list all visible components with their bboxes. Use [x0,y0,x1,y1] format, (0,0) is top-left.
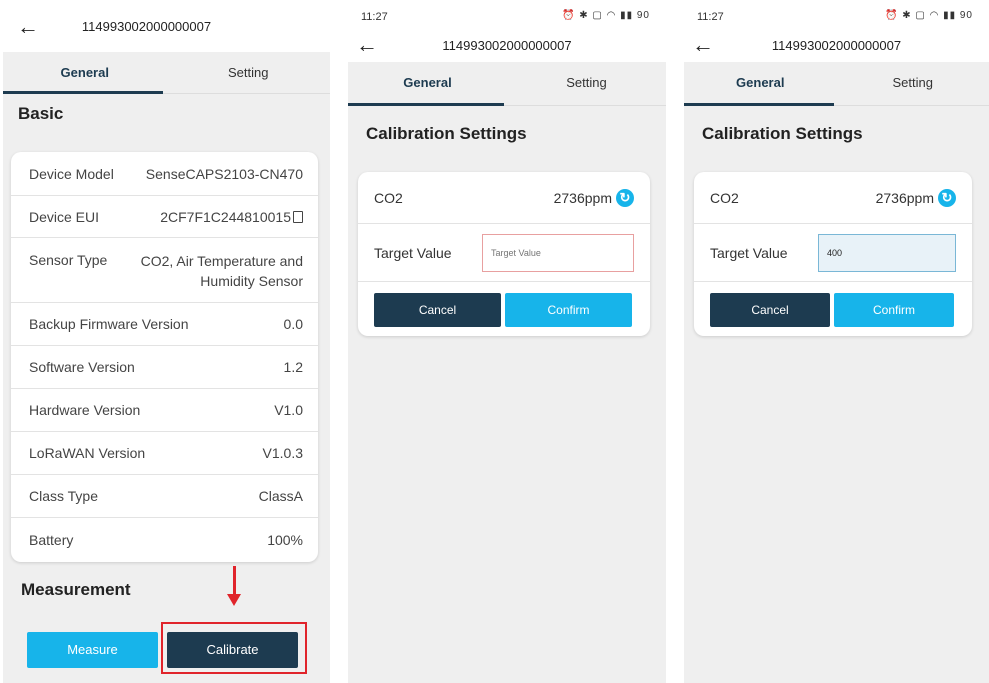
row-label: LoRaWAN Version [29,445,146,461]
info-row-device-model: Device Model SenseCAPS2103-CN470 [11,152,318,196]
row-label: Device EUI [29,208,100,225]
row-value: 1.2 [283,359,303,375]
tab-bar: General Setting [3,52,330,94]
tab-bar: General Setting [684,62,989,106]
co2-row: CO2 2736ppm ↻ [358,172,650,224]
eui-value-group: 2CF7F1C244810015 [160,209,303,225]
tab-general[interactable]: General [348,62,507,105]
row-value: 2CF7F1C244810015 [160,208,291,225]
row-label: Hardware Version [29,402,141,418]
active-tab-indicator [348,103,504,106]
row-label: Backup Firmware Version [29,316,189,332]
target-value-input[interactable] [818,233,956,272]
tab-bar: General Setting [348,62,666,106]
target-value-row: Target Value [694,224,972,282]
app-header: 11:27 ⏰ ✱ ▢ ◠ ▮▮ 90 ← 114993002000000007 [348,0,666,62]
confirm-button[interactable]: Confirm [505,293,632,327]
row-value: V1.0.3 [262,445,303,461]
row-value: 100% [267,532,303,548]
refresh-icon[interactable]: ↻ [616,188,634,207]
tab-general[interactable]: General [3,52,167,93]
co2-reading: 2736ppm ↻ [875,188,956,207]
device-id-title: 114993002000000007 [81,19,212,34]
status-icons: ⏰ ✱ ▢ ◠ ▮▮ 90 [561,10,650,21]
app-header: ← 114993002000000007 [3,0,330,52]
co2-value: 2736ppm [875,189,934,206]
target-value-input[interactable] [482,233,634,272]
title-bar: ← 114993002000000007 [348,32,666,62]
info-row-sensor-type: Sensor Type CO2, Air Temperature and Hum… [11,238,318,303]
info-row-battery: Battery 100% [11,518,318,562]
active-tab-indicator [3,91,163,94]
co2-label: CO2 [710,189,739,206]
device-id-title: 114993002000000007 [442,38,572,53]
row-label: Software Version [29,359,135,375]
copy-icon[interactable] [293,210,303,223]
status-icons: ⏰ ✱ ▢ ◠ ▮▮ 90 [884,10,973,21]
target-value-row: Target Value [358,224,650,282]
calibrate-button[interactable]: Calibrate [167,632,298,668]
cancel-button[interactable]: Cancel [374,293,501,327]
measure-button[interactable]: Measure [27,632,158,668]
calibration-card: CO2 2736ppm ↻ Target Value Cancel Confir… [694,172,972,336]
calibration-actions: Cancel Confirm [358,282,650,327]
status-bar: 11:27 ⏰ ✱ ▢ ◠ ▮▮ 90 [348,0,666,32]
info-row-class-type: Class Type ClassA [11,475,318,518]
calibration-section-title: Calibration Settings [702,124,863,143]
cancel-button[interactable]: Cancel [710,293,830,327]
device-id-title: 114993002000000007 [771,38,902,53]
refresh-icon[interactable]: ↻ [938,188,956,207]
app-header: 11:27 ⏰ ✱ ▢ ◠ ▮▮ 90 ← 114993002000000007 [684,0,989,62]
status-time: 11:27 [697,11,724,23]
confirm-button[interactable]: Confirm [834,293,954,327]
row-value: 0.0 [283,316,303,332]
row-value: CO2, Air Temperature and Humidity Sensor [140,253,303,289]
device-info-card: Device Model SenseCAPS2103-CN470 Device … [11,152,318,562]
info-row-hardware-version: Hardware Version V1.0 [11,389,318,432]
target-value-label: Target Value [710,244,788,261]
info-row-software-version: Software Version 1.2 [11,346,318,389]
info-row-device-eui: Device EUI 2CF7F1C244810015 [11,196,318,238]
calibration-screen-filled: 11:27 ⏰ ✱ ▢ ◠ ▮▮ 90 ← 114993002000000007… [684,0,989,683]
calibration-screen-empty: 11:27 ⏰ ✱ ▢ ◠ ▮▮ 90 ← 114993002000000007… [348,0,666,683]
title-bar: ← 114993002000000007 [3,0,330,52]
row-label: Device Model [29,165,114,182]
target-value-label: Target Value [374,244,452,261]
tab-setting[interactable]: Setting [837,62,989,105]
title-bar: ← 114993002000000007 [684,32,989,62]
row-label: Battery [29,532,74,548]
row-value: SenseCAPS2103-CN470 [145,165,303,182]
status-bar: 11:27 ⏰ ✱ ▢ ◠ ▮▮ 90 [684,0,989,32]
co2-label: CO2 [374,189,403,206]
info-row-backup-firmware: Backup Firmware Version 0.0 [11,303,318,346]
tab-general[interactable]: General [684,62,837,105]
status-time: 11:27 [361,11,388,23]
row-label: Sensor Type [29,252,108,268]
basic-section-title: Basic [18,104,64,123]
device-info-screen: ← 114993002000000007 General Setting Bas… [3,0,330,683]
tab-setting[interactable]: Setting [167,52,331,93]
red-arrow-annotation [227,566,241,606]
co2-value: 2736ppm [553,189,612,206]
measurement-section-title: Measurement [21,580,131,599]
calibration-actions: Cancel Confirm [694,282,972,327]
calibration-card: CO2 2736ppm ↻ Target Value Cancel Confir… [358,172,650,336]
co2-row: CO2 2736ppm ↻ [694,172,972,224]
info-row-lorawan-version: LoRaWAN Version V1.0.3 [11,432,318,475]
row-value: ClassA [258,488,303,504]
calibration-section-title: Calibration Settings [366,124,527,143]
co2-reading: 2736ppm ↻ [553,188,634,207]
tab-setting[interactable]: Setting [507,62,666,105]
active-tab-indicator [684,103,834,106]
row-label: Class Type [29,488,98,504]
row-value: V1.0 [274,402,303,418]
